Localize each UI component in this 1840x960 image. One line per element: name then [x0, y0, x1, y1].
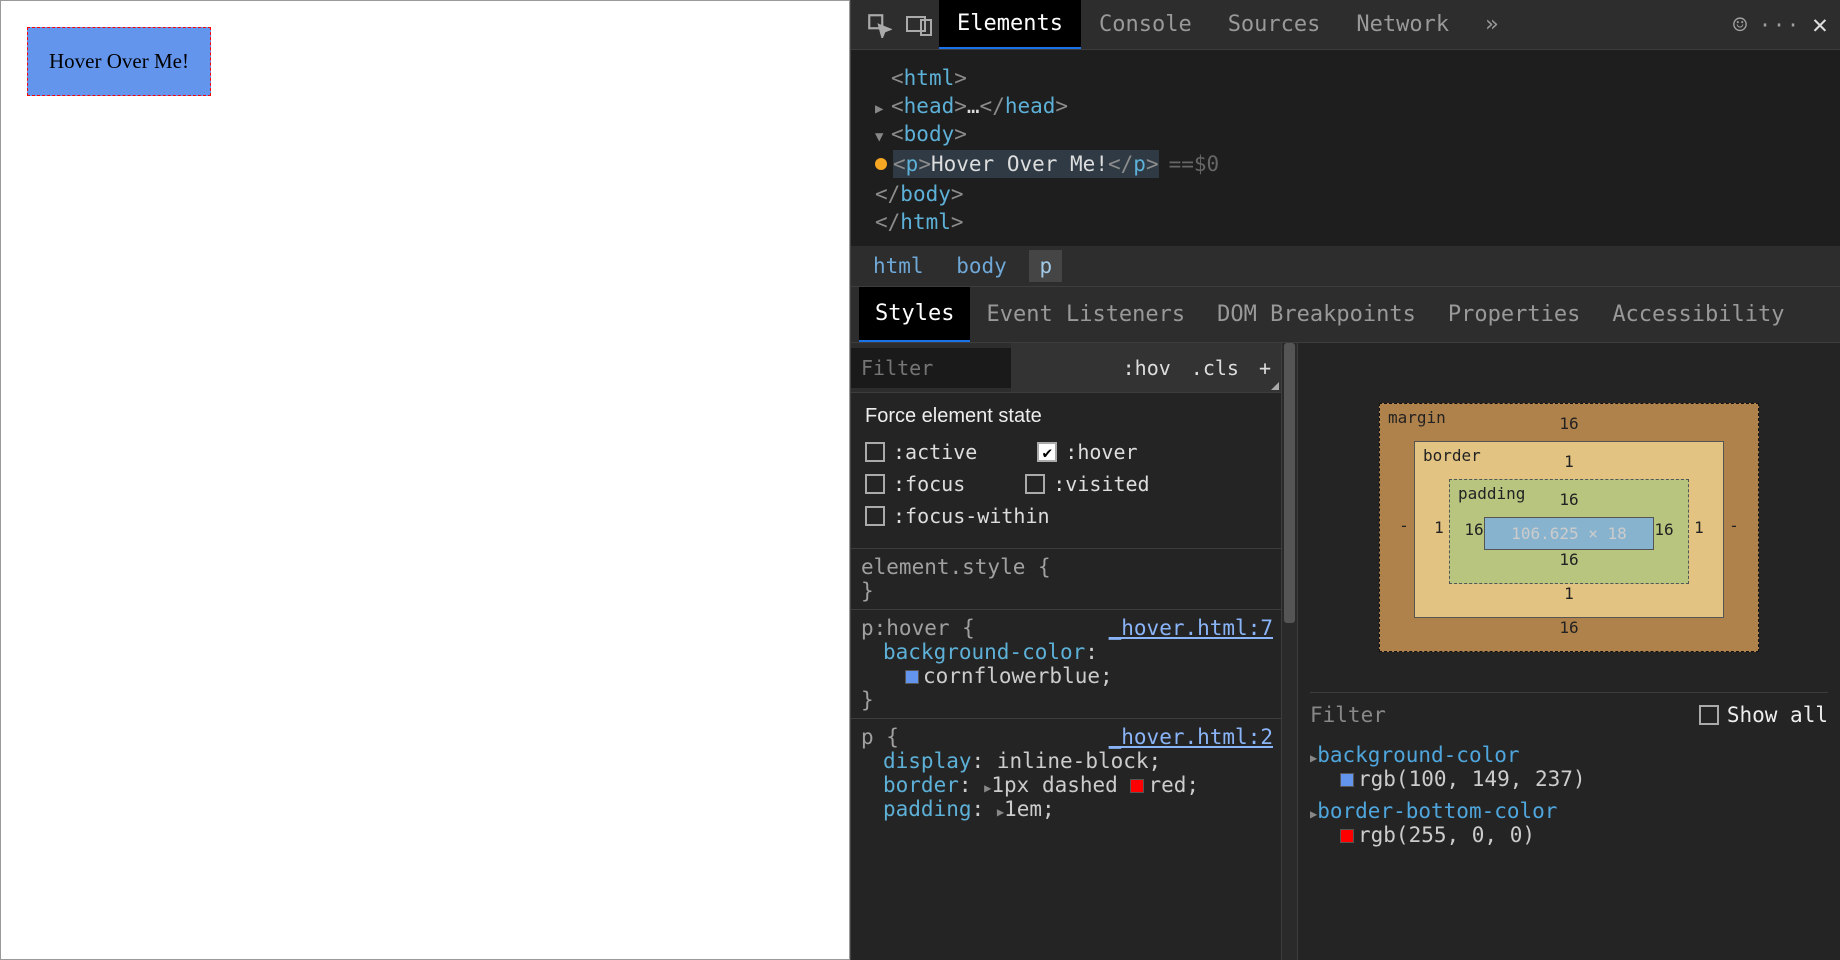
panel-tab-dom-breakpoints[interactable]: DOM Breakpoints	[1201, 287, 1432, 342]
state-focus-within[interactable]: :focus-within	[865, 504, 1050, 528]
source-link[interactable]: _hover.html:7	[1109, 616, 1273, 640]
show-all-checkbox[interactable]: Show all	[1699, 703, 1828, 727]
more-actions-icon[interactable]	[1271, 382, 1279, 390]
panel-tab-properties[interactable]: Properties	[1432, 287, 1596, 342]
box-model-diagram[interactable]: margin 16 - border 1 1	[1379, 403, 1759, 652]
panel-tab-event-listeners[interactable]: Event Listeners	[970, 287, 1201, 342]
panel-tab-accessibility[interactable]: Accessibility	[1596, 287, 1800, 342]
source-link[interactable]: _hover.html:2	[1109, 725, 1273, 749]
tab-sources[interactable]: Sources	[1210, 0, 1339, 49]
color-swatch-icon[interactable]	[1130, 779, 1144, 793]
styles-filter-bar: :hov .cls +	[851, 343, 1281, 393]
rendered-page: Hover Over Me!	[0, 0, 850, 960]
color-swatch-icon	[1340, 829, 1354, 843]
computed-filter-bar: Filter Show all	[1310, 693, 1828, 739]
breadcrumb-p[interactable]: p	[1029, 250, 1062, 282]
panel-tab-styles[interactable]: Styles	[859, 287, 970, 342]
state-hover[interactable]: ✔:hover	[1037, 440, 1137, 464]
computed-prop-borderbottomcolor[interactable]: ▶ border-bottom-color rgb(255, 0, 0)	[1310, 795, 1828, 851]
tab-console[interactable]: Console	[1081, 0, 1210, 49]
rule-element-style[interactable]: element.style { }	[851, 548, 1281, 609]
color-swatch-icon	[1340, 773, 1354, 787]
hov-toggle[interactable]: :hov	[1113, 356, 1181, 380]
close-icon[interactable]: ✕	[1800, 5, 1840, 45]
styles-filter-input[interactable]	[851, 348, 1011, 388]
rule-p-hover[interactable]: _hover.html:7 p:hover { background-color…	[851, 609, 1281, 718]
color-swatch-icon[interactable]	[905, 670, 919, 684]
styles-pane: :hov .cls + Force element state :active …	[851, 343, 1281, 960]
state-visited[interactable]: :visited	[1025, 472, 1149, 496]
force-element-state: Force element state :active ✔:hover :foc…	[851, 393, 1281, 548]
breadcrumb-body[interactable]: body	[946, 250, 1017, 282]
cls-toggle[interactable]: .cls	[1181, 356, 1249, 380]
force-state-title: Force element state	[865, 405, 1267, 428]
breadcrumb: html body p	[851, 246, 1840, 287]
tab-elements[interactable]: Elements	[939, 0, 1081, 49]
elements-dom-tree[interactable]: <html> ▶<head>…</head> ▼<body> <p>Hover …	[851, 50, 1840, 246]
selected-element-row[interactable]: <p>Hover Over Me!</p> == $0	[819, 148, 1840, 180]
computed-filter-label[interactable]: Filter	[1310, 703, 1699, 727]
devtools-panel: Elements Console Sources Network » ☺ ···…	[850, 0, 1840, 960]
styles-scrollbar[interactable]	[1281, 343, 1297, 960]
styles-tabstrip: Styles Event Listeners DOM Breakpoints P…	[851, 287, 1840, 343]
hover-marker-icon	[875, 158, 887, 170]
tab-network[interactable]: Network	[1338, 0, 1467, 49]
tab-more[interactable]: »	[1467, 0, 1516, 49]
state-focus[interactable]: :focus	[865, 472, 965, 496]
state-active[interactable]: :active	[865, 440, 977, 464]
computed-pane: margin 16 - border 1 1	[1297, 343, 1840, 960]
inspect-icon[interactable]	[859, 5, 899, 45]
devtools-tabstrip: Elements Console Sources Network »	[939, 0, 1516, 49]
feedback-smile-icon[interactable]: ☺	[1720, 5, 1760, 45]
hover-paragraph[interactable]: Hover Over Me!	[27, 27, 211, 96]
computed-prop-bgcolor[interactable]: ▶ background-color rgb(100, 149, 237)	[1310, 739, 1828, 795]
breadcrumb-html[interactable]: html	[863, 250, 934, 282]
kebab-icon[interactable]: ···	[1760, 5, 1800, 45]
devtools-toolbar: Elements Console Sources Network » ☺ ···…	[851, 0, 1840, 50]
device-toggle-icon[interactable]	[899, 5, 939, 45]
rule-p[interactable]: _hover.html:2 p { display: inline-block;…	[851, 718, 1281, 827]
new-style-rule-button[interactable]: +	[1249, 356, 1281, 380]
